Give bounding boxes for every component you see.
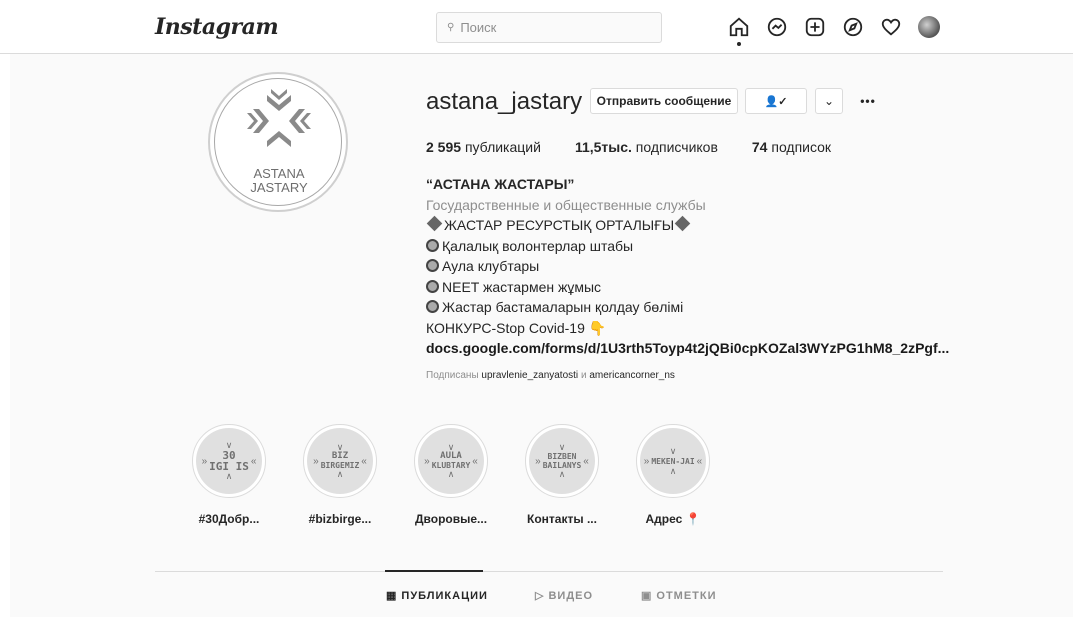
bio-line: Жастар бастамаларын қолдау бөлімі <box>426 297 966 318</box>
highlight-label: Контакты ... <box>527 512 597 526</box>
chevron-left-icon: « <box>472 455 478 467</box>
highlight-label: #bizbirge... <box>308 512 372 526</box>
bio-category: Государственные и общественные службы <box>426 196 706 213</box>
followers-stat[interactable]: 11,5тыс. подписчиков <box>575 139 718 155</box>
story-highlight[interactable]: ∨ » BIZBEN BAILANYS « ∧ Контакты ... <box>517 424 607 526</box>
chevron-up-icon: ∧ <box>336 469 344 479</box>
chevron-up-icon: ∧ <box>447 469 455 479</box>
diamond-icon <box>426 215 443 232</box>
messenger-icon[interactable] <box>765 15 789 39</box>
chevron-left-icon: « <box>250 455 257 467</box>
suggested-dropdown-button[interactable]: ⌄ <box>815 88 843 114</box>
circle-icon <box>426 259 439 272</box>
profile-stats: 2 595 публикаций 11,5тыс. подписчиков 74… <box>426 139 865 155</box>
send-message-button[interactable]: Отправить сообщение <box>590 88 738 114</box>
story-highlight[interactable]: ∨ » 30 IGI IS « ∧ #30Добр... <box>184 424 274 526</box>
chevron-up-icon: ∧ <box>225 471 233 481</box>
story-highlight[interactable]: ∨ » MEKEN-JAI « ∧ Адрес 📍 <box>628 424 718 526</box>
bio-line: Қалалық волонтерлар штабы <box>426 236 966 257</box>
bio-link[interactable]: docs.google.com/forms/d/1U3rth5Toyp4t2jQ… <box>426 338 966 359</box>
home-active-dot <box>737 42 741 46</box>
tab-video[interactable]: ▷ ВИДЕО <box>535 589 593 603</box>
chevron-left-icon: « <box>696 455 703 467</box>
instagram-logo[interactable]: Instagram <box>155 14 279 40</box>
story-highlight[interactable]: ∨ » BIZ BIRGEMIZ « ∧ #bizbirge... <box>295 424 385 526</box>
more-options-button[interactable]: ••• <box>853 88 883 114</box>
search-input[interactable] <box>460 20 641 35</box>
circle-icon <box>426 300 439 313</box>
activity-heart-icon[interactable] <box>879 15 903 39</box>
search-icon: ⚲ <box>447 22 455 33</box>
chevron-right-icon: » <box>313 455 319 467</box>
play-circle-icon: ▷ <box>535 590 545 602</box>
following-stat[interactable]: 74 подписок <box>752 139 831 155</box>
chevron-right-icon: » <box>424 455 430 467</box>
diamond-icon <box>674 215 691 232</box>
explore-compass-icon[interactable] <box>841 15 865 39</box>
chevron-right-icon: » <box>201 455 208 467</box>
home-icon[interactable] <box>727 15 751 46</box>
active-tab-indicator <box>385 570 483 572</box>
posts-stat: 2 595 публикаций <box>426 139 541 155</box>
tag-portrait-icon: ▣ <box>641 590 653 602</box>
bio-line: ЖАСТАР РЕСУРСТЫҚ ОРТАЛЫҒЫ <box>426 215 966 236</box>
nav-icons <box>727 15 955 46</box>
chevron-up-icon: ∧ <box>558 469 566 479</box>
bio-line: NEET жастармен жұмыс <box>426 277 966 298</box>
highlight-label: Адрес 📍 <box>645 512 701 526</box>
chevron-up-icon: ∧ <box>669 465 677 476</box>
search-box[interactable]: ⚲ <box>436 12 662 43</box>
avatar-text-astana: ASTANA <box>253 166 305 181</box>
chevron-right-icon: » <box>643 455 650 467</box>
grid-icon: ▦ <box>386 590 398 602</box>
top-navigation-bar: Instagram ⚲ <box>0 0 1073 54</box>
chevron-down-icon: ∨ <box>669 445 677 456</box>
chevron-left-icon: « <box>361 455 367 467</box>
chevron-right-icon: » <box>535 455 541 467</box>
followed-by[interactable]: Подписаны upravlenie_zanyatosti и americ… <box>426 370 675 381</box>
tab-tagged[interactable]: ▣ ОТМЕТКИ <box>641 589 717 603</box>
avatar-text-jastary: JASTARY <box>250 180 308 195</box>
chevron-down-icon: ∨ <box>558 442 566 452</box>
highlight-label: Дворовые... <box>414 512 488 526</box>
highlight-label: #30Добр... <box>198 512 260 526</box>
bio-name: “АСТАНА ЖАСТАРЫ” <box>426 176 575 192</box>
profile-avatar-icon[interactable] <box>917 15 941 39</box>
following-status-button[interactable]: 👤✓ <box>745 88 807 114</box>
chevron-left-icon: « <box>583 455 589 467</box>
profile-bio: “АСТАНА ЖАСТАРЫ” Государственные и общес… <box>426 174 966 359</box>
profile-username: astana_jastary <box>426 88 583 115</box>
tab-posts[interactable]: ▦ ПУБЛИКАЦИИ <box>386 589 488 603</box>
story-highlight[interactable]: ∨ » AULA KLUBTARY « ∧ Дворовые... <box>406 424 496 526</box>
bio-line: Аула клубтары <box>426 256 966 277</box>
tabs-divider <box>155 571 943 572</box>
astana-jastary-logo-icon <box>247 89 311 147</box>
circle-icon <box>426 279 439 293</box>
new-post-icon[interactable] <box>803 15 827 39</box>
bio-line: КОНКУРС-Stop Covid-19 👇 <box>426 319 607 336</box>
circle-icon <box>426 238 439 252</box>
profile-avatar[interactable]: ASTANA JASTARY <box>208 72 348 212</box>
